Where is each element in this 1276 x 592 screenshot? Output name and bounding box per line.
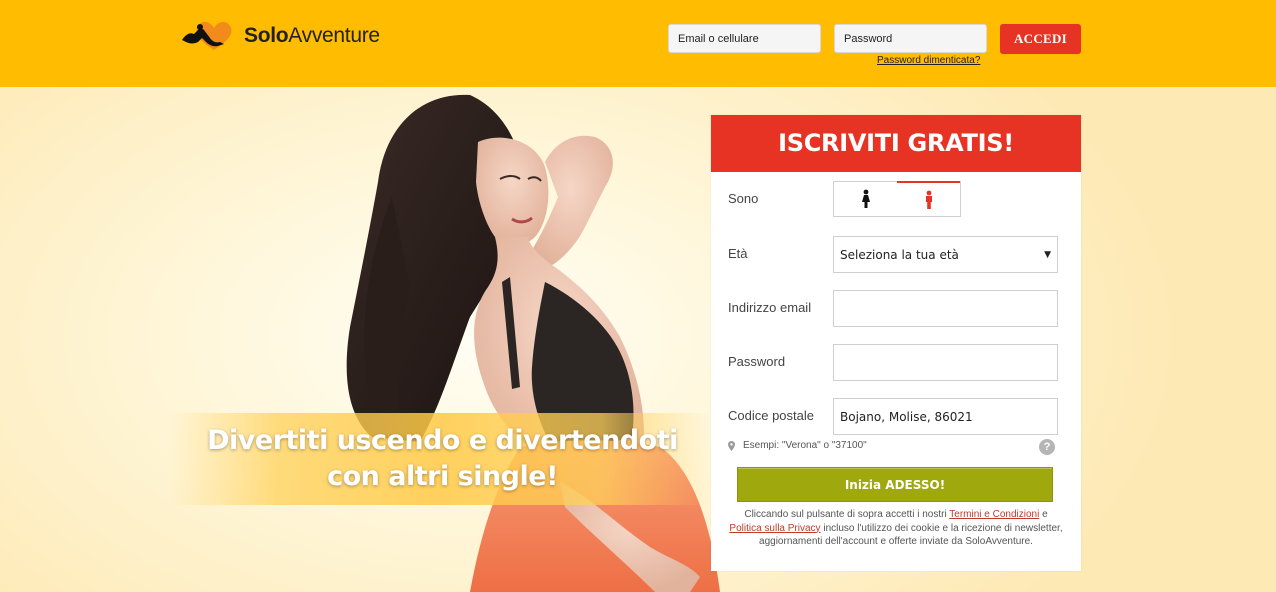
- legal-text-and: e: [1039, 509, 1048, 520]
- age-select[interactable]: Seleziona la tua età ▼: [833, 236, 1058, 273]
- hero-woman-image: [346, 94, 720, 592]
- gender-option-woman[interactable]: [834, 182, 897, 216]
- terms-link[interactable]: Termini e Condizioni: [949, 509, 1039, 520]
- woman-icon: [861, 189, 870, 208]
- zip-hint-text: Esempi: "Verona" o "37100": [743, 440, 867, 451]
- gender-label: Sono: [728, 191, 759, 206]
- zip-hint: Esempi: "Verona" o "37100": [728, 440, 867, 451]
- gender-option-man[interactable]: [897, 181, 960, 216]
- email-field[interactable]: [833, 290, 1058, 327]
- password-label: Password: [728, 354, 786, 369]
- logo-heart-icon: [182, 22, 232, 50]
- top-header: SoloAvventure ACCEDI Password dimenticat…: [0, 0, 1276, 87]
- legal-text-pre: Cliccando sul pulsante di sopra accetti …: [744, 509, 950, 520]
- login-button[interactable]: ACCEDI: [1000, 24, 1081, 54]
- forgot-password-link[interactable]: Password dimenticata?: [877, 55, 980, 66]
- brand-name: SoloAvventure: [244, 24, 380, 47]
- hero-tagline: Divertiti uscendo e divertendoti con alt…: [170, 423, 715, 495]
- man-icon: [925, 190, 932, 209]
- signup-panel: ISCRIVITI GRATIS! Sono Età Seleziona la …: [711, 115, 1081, 571]
- dropdown-arrow-icon: ▼: [1044, 249, 1051, 260]
- password-field[interactable]: [833, 344, 1058, 381]
- tagline-line-1: Divertiti uscendo e divertendoti: [207, 425, 678, 456]
- zip-label: Codice postale: [728, 408, 814, 423]
- age-select-value: Seleziona la tua età: [840, 247, 959, 262]
- signup-title: ISCRIVITI GRATIS!: [711, 115, 1081, 172]
- email-label: Indirizzo email: [728, 300, 812, 315]
- hero-section: Divertiti uscendo e divertendoti con alt…: [0, 87, 1276, 592]
- legal-notice: Cliccando sul pulsante di sopra accetti …: [729, 508, 1063, 549]
- age-label: Età: [728, 246, 748, 261]
- zip-field[interactable]: [833, 398, 1058, 435]
- location-pin-icon: [728, 440, 735, 451]
- start-now-button[interactable]: Inizia ADESSO!: [737, 467, 1053, 502]
- header-password-input[interactable]: [834, 24, 987, 53]
- gender-selector: [833, 181, 961, 217]
- privacy-link[interactable]: Politica sulla Privacy: [729, 523, 820, 534]
- header-email-input[interactable]: [668, 24, 821, 53]
- brand-logo[interactable]: SoloAvventure: [180, 18, 380, 54]
- help-icon[interactable]: ?: [1039, 439, 1055, 455]
- tagline-line-2: con altri single!: [327, 461, 558, 492]
